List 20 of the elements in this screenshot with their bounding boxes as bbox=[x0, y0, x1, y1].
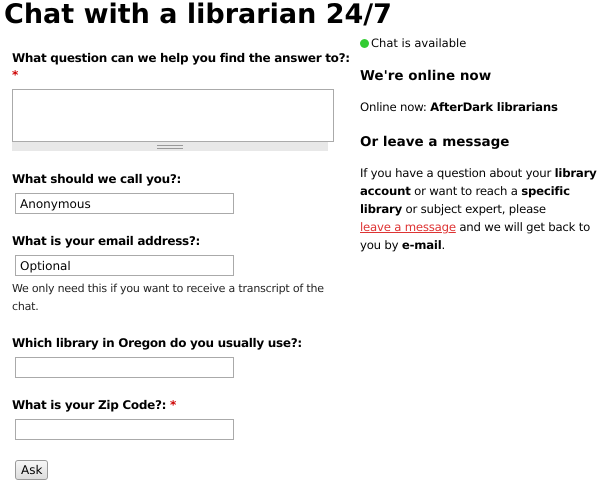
input-field[interactable] bbox=[15, 357, 234, 378]
ask-button[interactable]: Ask bbox=[15, 460, 48, 480]
field-label: What is your email address?: bbox=[12, 233, 202, 250]
leave-message-link[interactable]: leave a message bbox=[360, 220, 456, 234]
field-label: What is your Zip Code?: * bbox=[12, 397, 178, 414]
field-label: What should we call you?: bbox=[12, 171, 182, 188]
resize-handle[interactable] bbox=[12, 142, 328, 151]
section-heading: Or leave a message bbox=[360, 134, 510, 150]
online-text: Online now: AfterDark librarians bbox=[360, 99, 559, 116]
section-heading: We're online now bbox=[360, 68, 492, 84]
question-field[interactable] bbox=[12, 89, 334, 142]
input-field[interactable]: Anonymous bbox=[15, 193, 234, 214]
status-text: Chat is available bbox=[371, 36, 466, 50]
page-title: Chat with a librarian 24/7 bbox=[4, 0, 393, 30]
help-text: We only need this if you want to receive a transcript of the chat. bbox=[12, 281, 325, 315]
input-field[interactable] bbox=[15, 419, 234, 440]
message-paragraph: If you have a question about your library account or want to reach a specific library or subject expert, please leave a message and we will get back to you by e-mail. bbox=[360, 165, 598, 254]
field-label: Which library in Oregon do you usually use?: bbox=[12, 335, 303, 352]
field-label: What question can we help you find the answer to?: * bbox=[12, 50, 350, 84]
input-field[interactable]: Optional bbox=[15, 255, 234, 276]
